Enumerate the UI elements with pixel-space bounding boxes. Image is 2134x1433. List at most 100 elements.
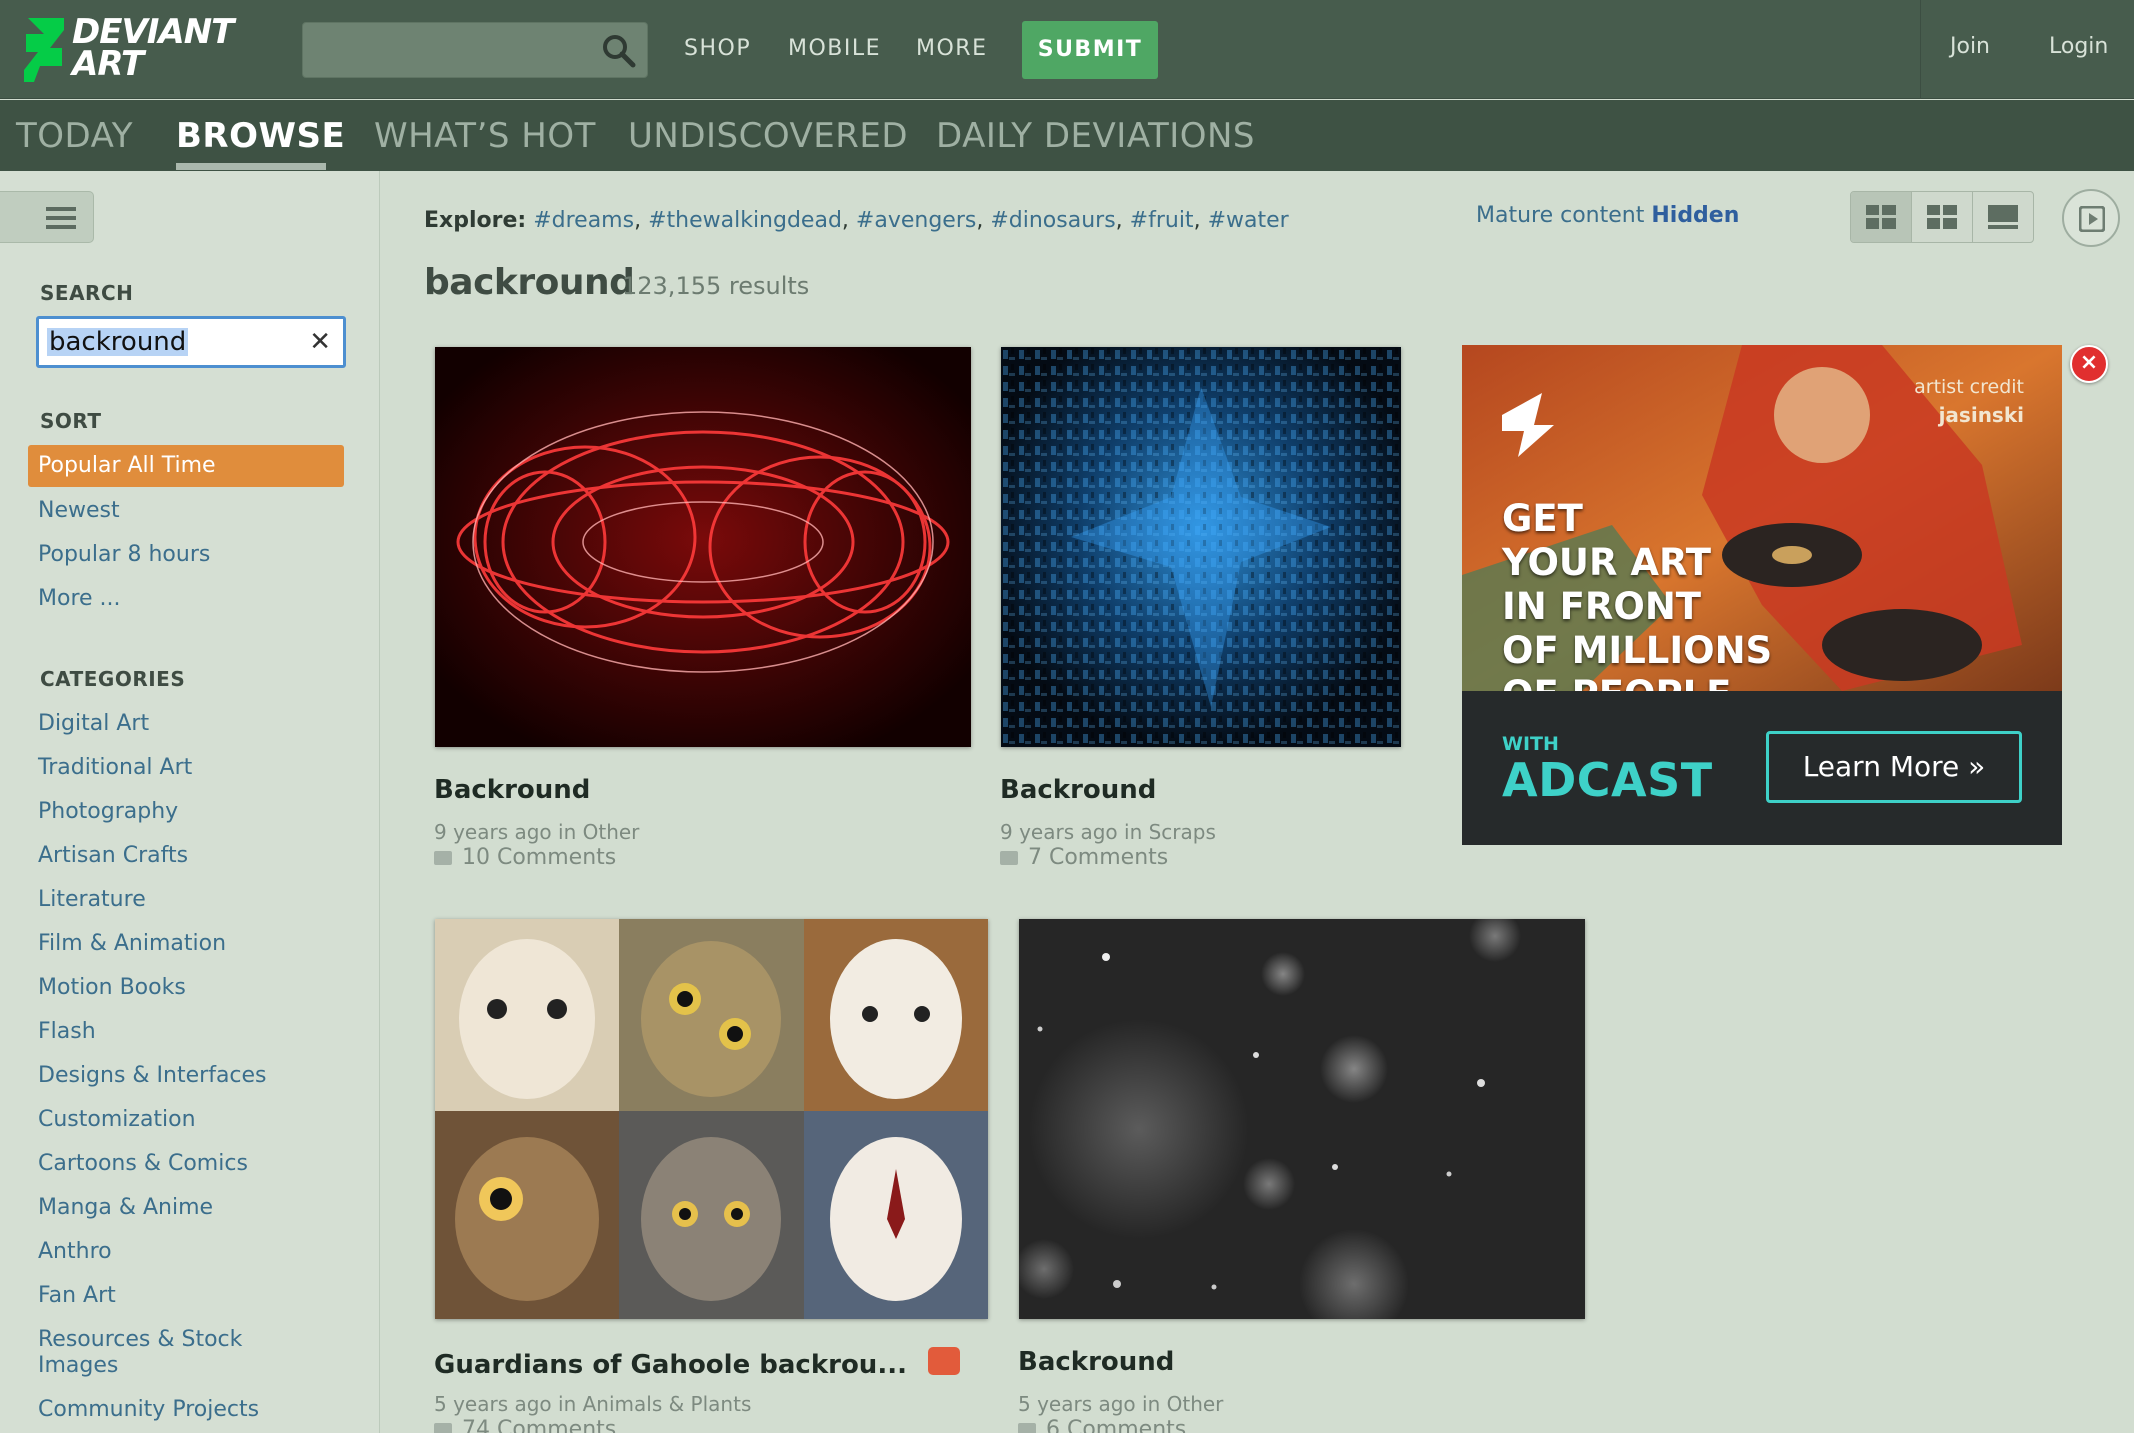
ad-with-label: WITH [1502,733,1559,755]
category-item[interactable]: Film & Animation [38,931,226,957]
category-item[interactable]: Manga & Anime [38,1195,213,1221]
category-item[interactable]: Designs & Interfaces [38,1063,267,1089]
deviation-thumbnail[interactable] [435,919,988,1319]
mature-badge-icon [928,1347,961,1375]
view-mosaic-button[interactable] [1851,192,1912,242]
comments-count[interactable]: 7 Comments [1028,845,1168,870]
tab-whats-hot[interactable]: WHAT’S HOT [374,116,596,156]
header-divider [1920,0,1921,99]
category-item[interactable]: Traditional Art [38,755,192,781]
deviation-title[interactable]: Backround [1000,775,1156,805]
deviation-thumbnail[interactable] [1001,347,1401,747]
sort-newest[interactable]: Newest [38,498,120,524]
view-switcher [1850,191,2034,243]
login-link[interactable]: Login [2049,34,2108,59]
deviation-meta: 5 years ago in Animals & Plants [434,1392,752,1416]
header-search-input[interactable] [302,22,648,78]
nav-mobile[interactable]: MOBILE [788,36,881,61]
deviation-comments[interactable]: 6 Comments [1018,1417,1186,1433]
clear-search-icon[interactable]: ✕ [309,327,331,357]
sidebar-search-input[interactable]: backround ✕ [36,316,346,368]
view-large-button[interactable] [1973,192,2033,242]
join-link[interactable]: Join [1950,34,1990,59]
deviation-title-text[interactable]: Guardians of Gahoole backrou... [434,1350,907,1380]
deviation-title[interactable]: Backround [1018,1347,1174,1377]
deviation-title[interactable]: Guardians of Gahoole backrou... [434,1347,961,1380]
comments-count[interactable]: 6 Comments [1046,1417,1186,1433]
sort-more[interactable]: More ... [38,586,121,612]
deviation-thumbnail[interactable] [1019,919,1585,1319]
category-item[interactable]: Digital Art [38,711,149,737]
browse-tabs: TODAY BROWSE WHAT’S HOT UNDISCOVERED DAI… [0,100,2134,171]
category-item[interactable]: Literature [38,887,146,913]
tab-daily-deviations[interactable]: DAILY DEVIATIONS [936,116,1255,156]
large-view-icon [1988,205,2018,229]
category-item[interactable]: Motion Books [38,975,186,1001]
submit-button[interactable]: SUBMIT [1022,21,1158,79]
categories-heading: CATEGORIES [40,667,186,691]
deviation-meta: 9 years ago in Other [434,820,640,844]
category-item[interactable]: Anthro [38,1239,112,1265]
comment-icon [434,1423,452,1433]
mature-state[interactable]: Hidden [1651,203,1739,228]
comments-count[interactable]: 74 Comments [462,1417,616,1433]
category-item[interactable]: Resources & Stock Images [38,1327,298,1379]
results-count: 123,155 results [622,272,810,300]
deviation-meta: 5 years ago in Other [1018,1392,1224,1416]
deviation-title[interactable]: Backround [434,775,590,805]
sort-heading: SORT [40,409,102,433]
deviantart-logo-icon [24,18,64,82]
deviation-thumbnail[interactable] [435,347,971,747]
comments-count[interactable]: 10 Comments [462,845,616,870]
ad-artist-credit: artist credit jasinski [1914,376,2024,427]
comment-icon [434,851,452,865]
nav-more[interactable]: MORE [916,36,987,61]
sidebar-toggle-button[interactable] [0,191,94,243]
explore-tag[interactable]: #thewalkingdead [648,208,842,233]
category-item[interactable]: Photography [38,799,178,825]
search-icon[interactable] [601,33,637,69]
explore-tag[interactable]: #dreams [533,208,634,233]
mature-content-toggle[interactable]: Mature content Hidden [1476,203,1739,228]
explore-tags: Explore: #dreams, #thewalkingdead, #aven… [424,208,1289,233]
grid-icon [1927,205,1957,229]
slideshow-button[interactable] [2062,189,2120,247]
nav-shop[interactable]: SHOP [684,36,751,61]
tab-undiscovered[interactable]: UNDISCOVERED [628,116,908,156]
dark-bokeh-image [1019,919,1585,1319]
active-tab-underline [176,163,326,170]
learn-more-button[interactable]: Learn More » [1766,731,2022,803]
red-swirl-image [435,347,971,747]
search-heading: SEARCH [40,281,134,305]
category-item[interactable]: Fan Art [38,1283,116,1309]
category-item[interactable]: Flash [38,1019,96,1045]
sort-popular-8-hours[interactable]: Popular 8 hours [38,542,210,568]
deviation-meta: 9 years ago in Scraps [1000,820,1216,844]
deviantart-logo[interactable]: DEVIANT ART [22,12,262,84]
explore-tag[interactable]: #water [1208,208,1289,233]
blue-texture-image [1001,347,1401,747]
explore-tag[interactable]: #fruit [1130,208,1194,233]
deviation-comments[interactable]: 10 Comments [434,845,616,870]
sort-popular-all-time[interactable]: Popular All Time [28,445,344,487]
play-icon [2079,206,2105,232]
category-item[interactable]: Customization [38,1107,196,1133]
ad-brand: ADCAST [1502,753,1713,807]
ad-headline: GET YOUR ART IN FRONT OF MILLIONS OF PEO… [1502,497,1773,716]
view-grid-button[interactable] [1912,192,1973,242]
deviation-comments[interactable]: 7 Comments [1000,845,1168,870]
comment-icon [1000,851,1018,865]
close-ad-icon[interactable]: × [2070,345,2108,383]
adcast-advertisement[interactable]: artist credit jasinski GET YOUR ART IN F… [1462,345,2062,845]
explore-tag[interactable]: #dinosaurs [990,208,1115,233]
category-item[interactable]: Community Projects [38,1397,259,1423]
tab-today[interactable]: TODAY [16,116,133,156]
category-item[interactable]: Cartoons & Comics [38,1151,248,1177]
search-query-value[interactable]: backround [47,328,189,356]
explore-tag[interactable]: #avengers [856,208,976,233]
category-item[interactable]: Artisan Crafts [38,843,188,869]
tab-browse[interactable]: BROWSE [176,116,345,156]
hamburger-icon [46,207,76,229]
logo-wordmark: DEVIANT ART [72,12,234,84]
deviation-comments[interactable]: 74 Comments [434,1417,616,1433]
